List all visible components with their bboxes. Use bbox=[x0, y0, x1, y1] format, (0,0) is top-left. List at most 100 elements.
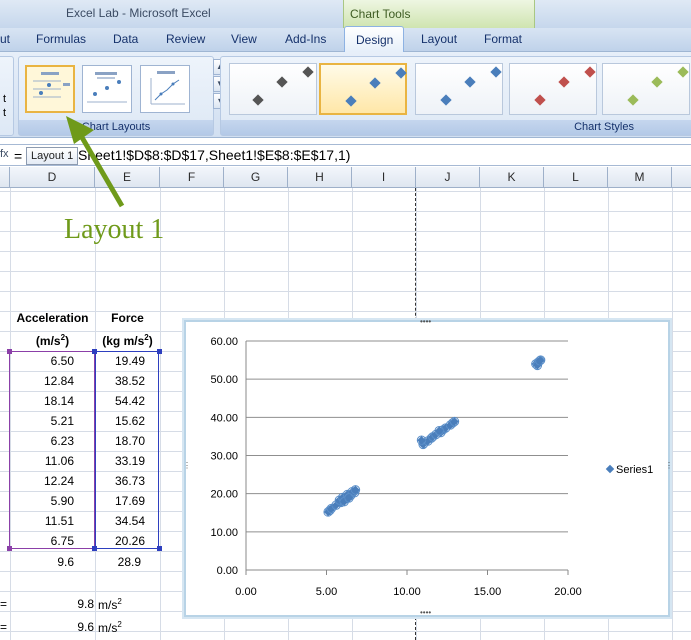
chart-style-5-button[interactable] bbox=[602, 63, 690, 115]
column-header-h[interactable]: H bbox=[288, 167, 352, 188]
column-header-partial[interactable] bbox=[0, 167, 10, 188]
chart-style-4-button[interactable] bbox=[509, 63, 597, 115]
column-header-i[interactable]: I bbox=[352, 167, 416, 188]
acceleration-cell[interactable]: 5.21 bbox=[10, 414, 74, 428]
tab-design[interactable]: Design bbox=[344, 26, 404, 53]
style-5-point bbox=[651, 76, 663, 88]
style-1-point bbox=[252, 94, 264, 106]
tab-layout[interactable]: Layout bbox=[421, 32, 457, 46]
force-cell[interactable]: 33.19 bbox=[95, 454, 145, 468]
style-4-point bbox=[584, 66, 596, 78]
extra-value-1[interactable]: 9.8 bbox=[60, 597, 94, 611]
chart-resize-handle-right[interactable]: ⋮ bbox=[665, 462, 673, 470]
force-cell[interactable]: 18.70 bbox=[95, 434, 145, 448]
acceleration-cell[interactable]: 6.75 bbox=[10, 534, 74, 548]
function-icon[interactable]: fx bbox=[0, 148, 12, 164]
style-5-point bbox=[627, 94, 639, 106]
y-tick-label: 30.00 bbox=[210, 451, 238, 463]
style-2-point bbox=[345, 95, 357, 107]
x-tick-label: 20.00 bbox=[554, 586, 582, 598]
acceleration-cell[interactable]: 18.14 bbox=[10, 394, 74, 408]
x-tick-label: 10.00 bbox=[393, 586, 421, 598]
range-handle[interactable] bbox=[157, 349, 162, 354]
acceleration-cell[interactable]: 12.24 bbox=[10, 474, 74, 488]
x-tick-label: 0.00 bbox=[235, 586, 256, 598]
extra-label-1[interactable]: = bbox=[0, 597, 7, 611]
force-header[interactable]: Force bbox=[95, 311, 160, 325]
chart-resize-handle-top[interactable]: •••• bbox=[420, 318, 431, 326]
acceleration-cell[interactable]: 6.23 bbox=[10, 434, 74, 448]
scatter-chart[interactable]: 0.00 10.00 20.00 30.00 40.00 50.00 60.00 0.00 5.… bbox=[183, 318, 673, 617]
chart-layout-3-button[interactable] bbox=[140, 65, 190, 113]
force-average[interactable]: 28.9 bbox=[95, 555, 141, 569]
column-header-k[interactable]: K bbox=[480, 167, 544, 188]
acceleration-cell[interactable]: 6.50 bbox=[10, 354, 74, 368]
callout-arrow-icon bbox=[66, 116, 125, 208]
chart-style-2-button[interactable] bbox=[319, 63, 407, 115]
chart-tools-contextual-tab: Chart Tools bbox=[343, 0, 535, 28]
style-2-point bbox=[369, 77, 381, 89]
acceleration-cell[interactable]: 12.84 bbox=[10, 374, 74, 388]
tab-formulas[interactable]: Formulas bbox=[36, 32, 86, 46]
extra-value-2[interactable]: 9.6 bbox=[60, 620, 94, 634]
y-tick-label: 60.00 bbox=[210, 336, 238, 348]
column-header-m[interactable]: M bbox=[608, 167, 672, 188]
column-header-f[interactable]: F bbox=[160, 167, 224, 188]
acceleration-cell[interactable]: 5.90 bbox=[10, 494, 74, 508]
partial-text-2: t bbox=[3, 107, 7, 119]
ribbon-group-partial: t t bbox=[0, 56, 14, 136]
column-header-l[interactable]: L bbox=[544, 167, 608, 188]
force-cell[interactable]: 17.69 bbox=[95, 494, 145, 508]
chart-styles-label: Chart Styles bbox=[221, 120, 691, 135]
column-header-g[interactable]: G bbox=[224, 167, 288, 188]
style-1-point bbox=[302, 66, 314, 78]
x-tick-label: 5.00 bbox=[316, 586, 337, 598]
extra-unit-2-text: m/s bbox=[98, 621, 118, 635]
extra-unit-2[interactable]: m/s2 bbox=[98, 620, 122, 635]
column-header-j[interactable]: J bbox=[416, 167, 480, 188]
chart-style-1-button[interactable] bbox=[229, 63, 317, 115]
ribbon-group-chart-styles: Chart Styles bbox=[220, 56, 691, 136]
tab-data[interactable]: Data bbox=[113, 32, 138, 46]
force-unit[interactable]: (kg m/s2) bbox=[95, 333, 160, 348]
tab-review[interactable]: Review bbox=[166, 32, 205, 46]
layout-3-icon bbox=[150, 71, 185, 105]
style-1-point bbox=[276, 76, 288, 88]
x-tick-label: 15.00 bbox=[474, 586, 502, 598]
acceleration-cell[interactable]: 11.06 bbox=[10, 454, 74, 468]
force-cell[interactable]: 54.42 bbox=[95, 394, 145, 408]
style-5-point bbox=[677, 66, 689, 78]
chart-layout-1-button[interactable] bbox=[25, 65, 75, 113]
force-cell[interactable]: 15.62 bbox=[95, 414, 145, 428]
chart-resize-handle-bottom[interactable]: •••• bbox=[420, 609, 431, 617]
tab-view[interactable]: View bbox=[231, 32, 257, 46]
acceleration-header[interactable]: Acceleration bbox=[10, 311, 95, 325]
tab-insert-partial[interactable]: ut bbox=[0, 32, 10, 46]
acceleration-average[interactable]: 9.6 bbox=[10, 555, 74, 569]
force-cell[interactable]: 34.54 bbox=[95, 514, 145, 528]
y-tick-label: 0.00 bbox=[217, 565, 238, 577]
force-unit-end: ) bbox=[148, 334, 153, 348]
tab-format[interactable]: Format bbox=[484, 32, 522, 46]
force-cell[interactable]: 20.26 bbox=[95, 534, 145, 548]
tab-add-ins[interactable]: Add-Ins bbox=[285, 32, 326, 46]
chart-style-3-button[interactable] bbox=[415, 63, 503, 115]
extra-unit-1-sup: 2 bbox=[117, 597, 122, 606]
window-title: Excel Lab - Microsoft Excel bbox=[66, 6, 211, 20]
extra-label-2[interactable]: = bbox=[0, 620, 7, 634]
chart-layout-2-button[interactable] bbox=[82, 65, 132, 113]
chart-plot: 0.00 10.00 20.00 30.00 40.00 50.00 60.00 0.00 5.… bbox=[210, 336, 653, 598]
acc-unit-text: (m/s bbox=[35, 334, 61, 348]
chart-resize-handle-left[interactable]: ⋮ bbox=[183, 462, 191, 470]
legend-label: Series1 bbox=[616, 464, 653, 476]
acceleration-cell[interactable]: 11.51 bbox=[10, 514, 74, 528]
force-cell[interactable]: 19.49 bbox=[95, 354, 145, 368]
extra-unit-2-sup: 2 bbox=[117, 620, 122, 629]
formula-equals: = bbox=[14, 148, 23, 164]
acceleration-unit[interactable]: (m/s2) bbox=[10, 333, 95, 348]
layout-1-icon bbox=[33, 72, 70, 98]
force-cell[interactable]: 38.52 bbox=[95, 374, 145, 388]
force-cell[interactable]: 36.73 bbox=[95, 474, 145, 488]
range-handle[interactable] bbox=[157, 546, 162, 551]
extra-unit-1[interactable]: m/s2 bbox=[98, 597, 122, 612]
